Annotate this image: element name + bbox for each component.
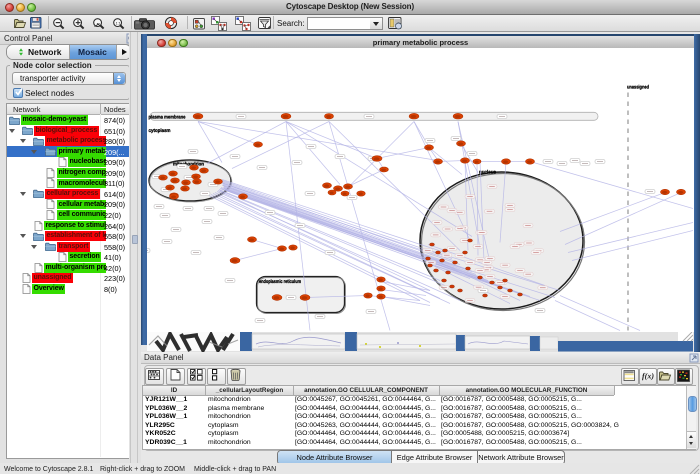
svg-text:f(x): f(x) <box>642 371 654 380</box>
svg-text:unassigned: unassigned <box>627 84 649 90</box>
svg-text:endoplasmic reticulum: endoplasmic reticulum <box>259 279 301 285</box>
svg-text:1:1: 1:1 <box>116 22 121 26</box>
svg-text:nucleus: nucleus <box>479 169 496 175</box>
svg-text:plasma membrane: plasma membrane <box>149 114 186 120</box>
svg-text:cytoplasm: cytoplasm <box>149 128 171 134</box>
